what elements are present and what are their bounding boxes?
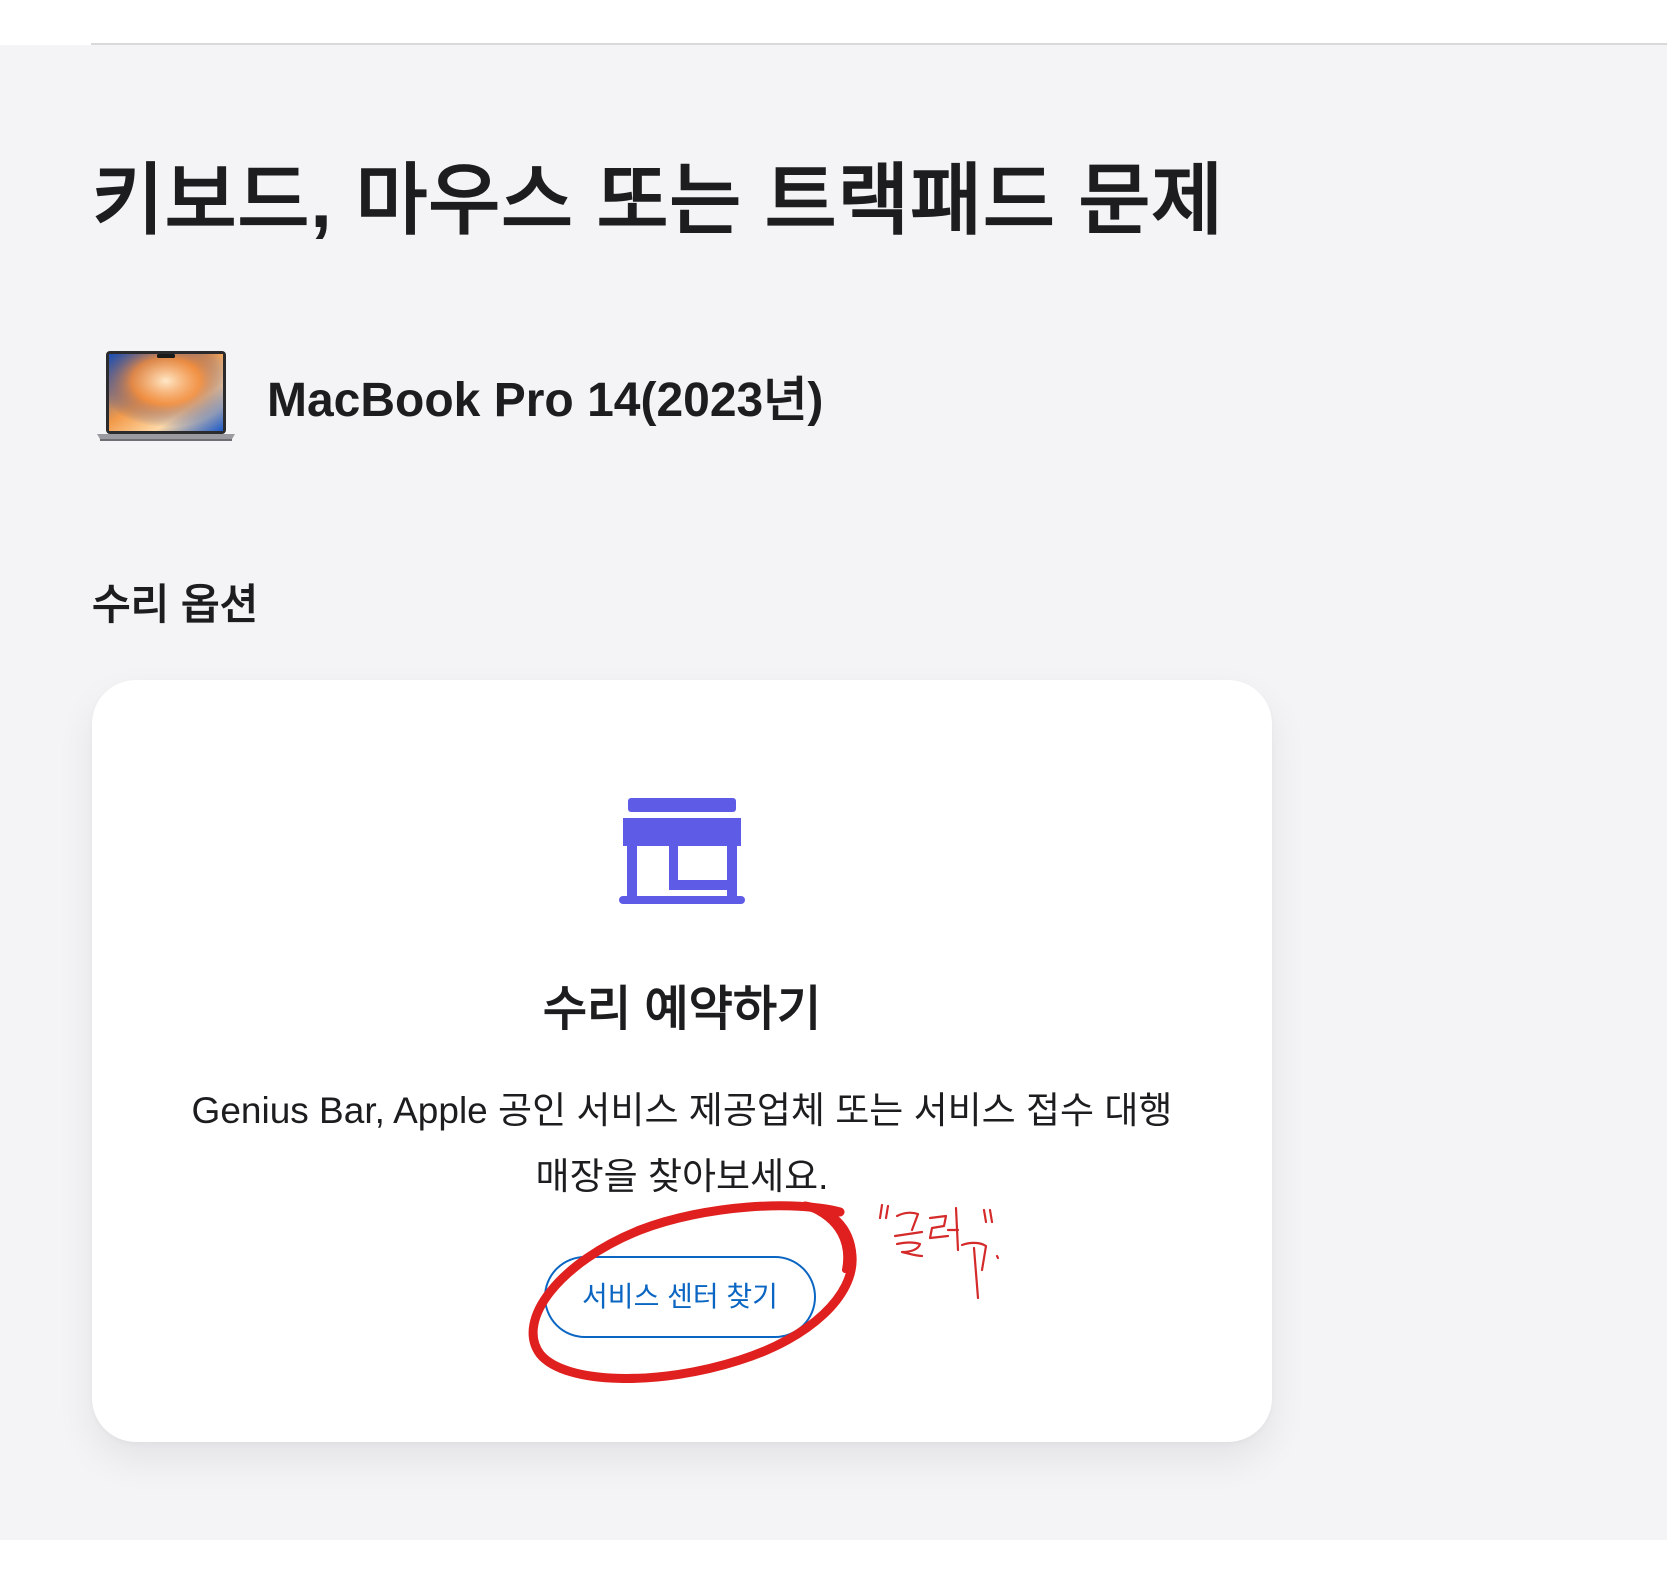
bottom-bar [0, 1540, 1667, 1583]
device-name: MacBook Pro 14(2023년) [267, 374, 824, 427]
top-bar [0, 0, 1667, 44]
page-title: 키보드, 마우스 또는 트랙패드 문제 [92, 156, 1224, 244]
card-title: 수리 예약하기 [542, 983, 822, 1036]
card-description: Genius Bar, Apple 공인 서비스 제공업체 또는 서비스 접수 … [191, 1090, 1173, 1197]
storefront-icon [619, 798, 745, 904]
repair-option-card: 수리 예약하기 Genius Bar, Apple 공인 서비스 제공업체 또는… [92, 680, 1272, 1442]
device-row: MacBook Pro 14(2023년) [95, 345, 823, 445]
macbook-pro-image [95, 345, 237, 445]
repair-options-heading: 수리 옵션 [92, 581, 259, 628]
find-service-center-button[interactable]: 서비스 센터 찾기 [544, 1256, 816, 1338]
